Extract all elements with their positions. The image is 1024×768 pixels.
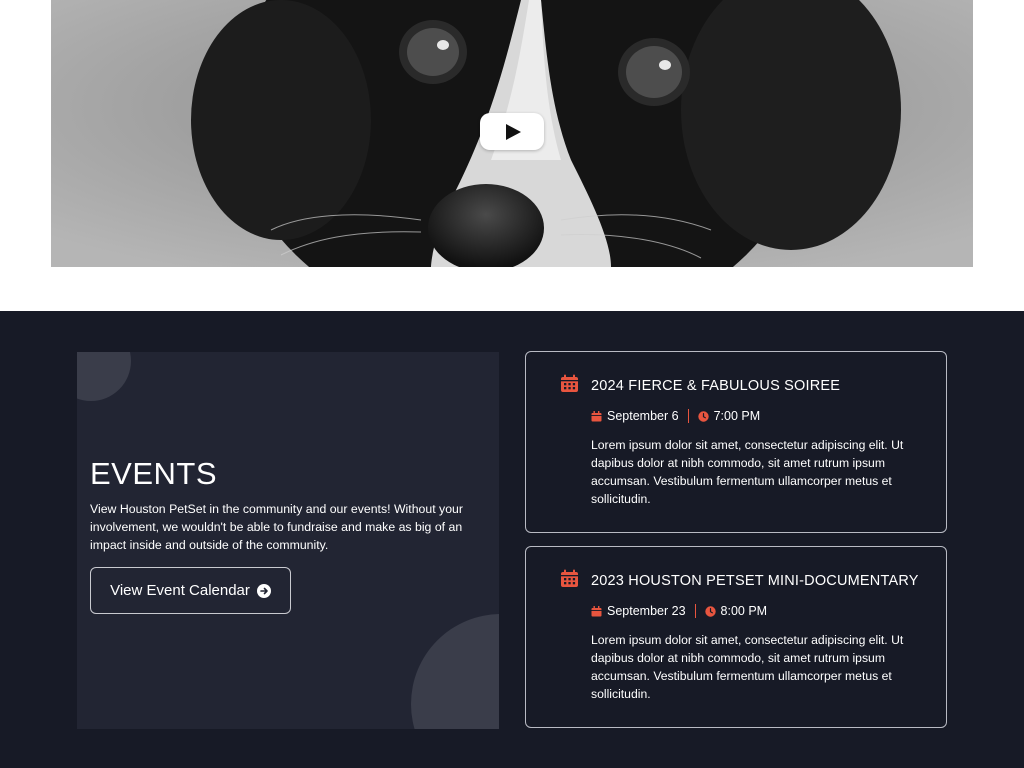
event-title[interactable]: 2024 FIERCE & FABULOUS SOIREE bbox=[591, 378, 840, 394]
event-date: September 23 bbox=[607, 604, 686, 618]
events-heading: EVENTS bbox=[90, 456, 218, 491]
clock-icon bbox=[704, 605, 716, 617]
play-icon bbox=[506, 123, 521, 140]
event-date: September 6 bbox=[607, 409, 679, 423]
event-time: 7:00 PM bbox=[713, 409, 761, 423]
date-icon bbox=[591, 605, 602, 616]
view-event-calendar-button[interactable]: View Event Calendar bbox=[90, 567, 291, 614]
play-button[interactable] bbox=[480, 113, 544, 150]
meta-divider bbox=[694, 604, 696, 618]
event-card[interactable]: 2023 HOUSTON PETSET MINI-DOCUMENTARY Sep… bbox=[525, 546, 947, 728]
clock-icon bbox=[697, 410, 709, 422]
date-icon bbox=[591, 410, 602, 421]
event-description: Lorem ipsum dolor sit amet, consectetur … bbox=[591, 633, 904, 701]
arrow-right-circle-icon bbox=[256, 583, 271, 598]
event-meta: September 23 8:00 PM bbox=[591, 604, 767, 618]
calendar-icon bbox=[561, 569, 578, 587]
view-event-calendar-label: View Event Calendar bbox=[110, 582, 250, 599]
event-title[interactable]: 2023 HOUSTON PETSET MINI-DOCUMENTARY bbox=[591, 573, 919, 589]
event-meta: September 6 7:00 PM bbox=[591, 409, 760, 423]
event-description: Lorem ipsum dolor sit amet, consectetur … bbox=[591, 438, 904, 506]
video-player[interactable] bbox=[51, 0, 973, 267]
event-time: 8:00 PM bbox=[720, 604, 768, 618]
event-card[interactable]: 2024 FIERCE & FABULOUS SOIREE September … bbox=[525, 351, 947, 533]
events-intro-panel: EVENTS View Houston PetSet in the commun… bbox=[77, 352, 499, 729]
events-section: EVENTS View Houston PetSet in the commun… bbox=[0, 311, 1024, 768]
decorative-circle bbox=[411, 614, 499, 729]
events-description: View Houston PetSet in the community and… bbox=[90, 502, 463, 552]
decorative-circle bbox=[77, 352, 131, 401]
calendar-icon bbox=[561, 374, 578, 392]
meta-divider bbox=[687, 409, 689, 423]
